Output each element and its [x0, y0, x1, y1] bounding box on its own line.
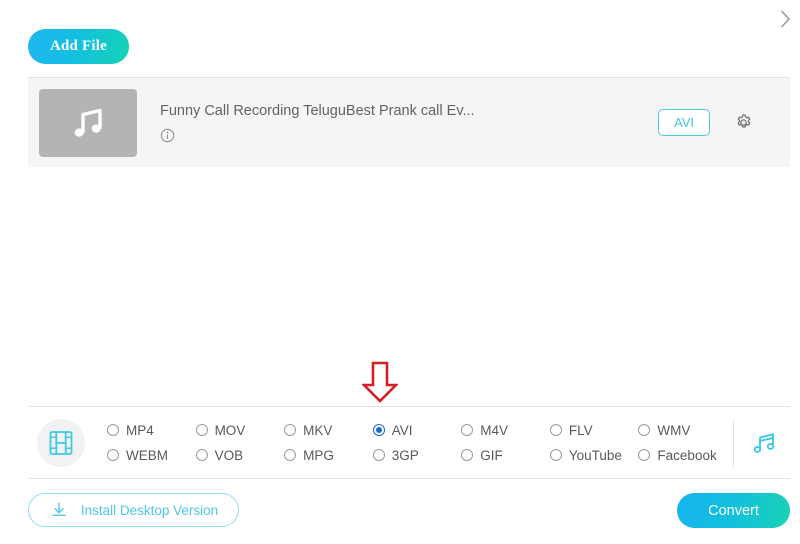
divider-formats-bottom: [28, 478, 790, 479]
format-label-facebook: Facebook: [657, 447, 717, 463]
format-label-mkv: MKV: [303, 422, 333, 438]
convert-button[interactable]: Convert: [677, 493, 790, 528]
format-option-mov[interactable]: MOV: [195, 422, 285, 438]
radio-mpg[interactable]: [284, 449, 297, 461]
radio-vob[interactable]: [195, 449, 208, 461]
file-meta: Funny Call Recording TeluguBest Prank ca…: [160, 103, 658, 143]
radio-mkv[interactable]: [284, 424, 297, 436]
file-thumbnail: [39, 88, 137, 157]
chevron-right-icon: [780, 10, 790, 28]
radio-facebook[interactable]: [638, 449, 651, 461]
annotation-arrow-down: [362, 361, 398, 403]
file-list-row[interactable]: Funny Call Recording TeluguBest Prank ca…: [28, 78, 790, 167]
format-label-mov: MOV: [214, 422, 246, 438]
format-option-wmv[interactable]: WMV: [638, 423, 727, 438]
radio-youtube[interactable]: [549, 449, 562, 461]
format-label-m4v: M4V: [480, 422, 509, 438]
file-settings-button[interactable]: [732, 112, 754, 134]
radio-webm[interactable]: [107, 449, 119, 461]
format-option-mp4[interactable]: MP4: [107, 423, 196, 438]
format-label-wmv: WMV: [657, 422, 691, 438]
video-category-button[interactable]: [37, 418, 85, 467]
format-option-mpg[interactable]: MPG: [284, 448, 373, 463]
gear-icon: [737, 114, 750, 128]
info-circle-icon[interactable]: [160, 128, 175, 143]
format-option-m4v[interactable]: M4V: [461, 423, 550, 438]
format-label-avi: AVI: [391, 422, 413, 438]
format-label-mpg: MPG: [303, 447, 334, 463]
radio-avi[interactable]: [372, 424, 385, 436]
format-options-grid: MP4 MOV MKV AVI M4V FLV WMV WEBM VOB MPG…: [107, 418, 727, 468]
music-note-icon: [74, 108, 102, 137]
film-strip-icon: [49, 430, 73, 455]
download-icon: [52, 502, 66, 516]
output-format-bar: MP4 MOV MKV AVI M4V FLV WMV WEBM VOB MPG…: [28, 407, 790, 478]
format-label-flv: FLV: [568, 422, 593, 438]
format-label-3gp: 3GP: [391, 447, 419, 463]
add-file-area: Add File: [28, 29, 129, 64]
format-label-youtube: YouTube: [568, 447, 622, 463]
format-option-vob[interactable]: VOB: [195, 447, 285, 463]
file-name: Funny Call Recording TeluguBest Prank ca…: [160, 102, 475, 119]
format-option-facebook[interactable]: Facebook: [638, 448, 727, 463]
radio-3gp[interactable]: [372, 449, 385, 461]
format-option-gif[interactable]: GIF: [461, 448, 550, 463]
install-desktop-version-button[interactable]: Install Desktop Version: [28, 493, 239, 527]
page-next-chevron[interactable]: [772, 4, 798, 34]
format-label-vob: VOB: [214, 447, 244, 463]
add-file-button[interactable]: Add File: [28, 29, 129, 64]
format-label-mp4: MP4: [126, 422, 154, 438]
arrow-down-icon: [362, 361, 398, 403]
file-output-format-button[interactable]: AVI: [658, 109, 710, 136]
radio-flv[interactable]: [549, 424, 562, 436]
format-label-gif: GIF: [480, 447, 503, 463]
format-option-mkv[interactable]: MKV: [284, 423, 373, 438]
file-actions: AVI: [658, 109, 754, 136]
radio-mp4[interactable]: [107, 424, 119, 436]
music-note-icon: [753, 432, 775, 453]
audio-category-button[interactable]: [738, 428, 790, 458]
format-option-youtube[interactable]: YouTube: [549, 447, 639, 463]
format-option-3gp[interactable]: 3GP: [372, 447, 462, 463]
format-option-webm[interactable]: WEBM: [107, 448, 196, 463]
format-option-avi[interactable]: AVI: [372, 422, 462, 438]
radio-mov[interactable]: [195, 424, 208, 436]
radio-wmv[interactable]: [638, 424, 651, 436]
format-bar-separator: [733, 418, 734, 467]
radio-gif[interactable]: [461, 449, 474, 461]
radio-m4v[interactable]: [461, 424, 474, 436]
format-label-webm: WEBM: [126, 447, 168, 463]
format-option-flv[interactable]: FLV: [549, 422, 639, 438]
install-desktop-version-label: Install Desktop Version: [80, 502, 219, 518]
